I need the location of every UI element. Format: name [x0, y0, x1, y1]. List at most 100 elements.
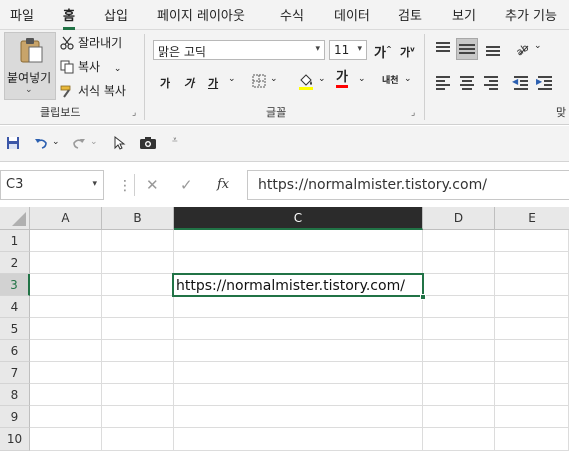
- gridline: [30, 317, 569, 318]
- tab-formulas[interactable]: 수식: [280, 5, 304, 24]
- border-icon[interactable]: [252, 74, 266, 88]
- chevron-down-icon[interactable]: ⌄: [114, 64, 122, 74]
- formula-bar: C3 ▾ ⋮ ✕ ✓ fx https://normalmister.tisto…: [0, 166, 569, 204]
- font-color-button[interactable]: 가: [336, 71, 348, 88]
- tab-file[interactable]: 파일: [10, 5, 34, 24]
- chevron-down-icon[interactable]: ⌄: [270, 74, 278, 84]
- row-header-2[interactable]: 2: [0, 252, 30, 274]
- ribbon-tab-bar: 파일 홈 삽입 페이지 레이아웃 수식 데이터 검토 보기 추가 기능: [0, 0, 569, 30]
- align-middle-button[interactable]: [456, 38, 478, 60]
- column-header-e[interactable]: E: [495, 207, 569, 230]
- chevron-down-icon[interactable]: ⌄: [52, 137, 60, 147]
- format-painter-button[interactable]: 서식 복사: [60, 82, 126, 99]
- cut-button[interactable]: 잘라내기: [60, 34, 122, 51]
- chevron-down-icon[interactable]: ⌄: [404, 74, 412, 84]
- fill-handle[interactable]: [420, 294, 426, 300]
- alignment-group-label: 맞: [556, 106, 567, 119]
- row-header-4[interactable]: 4: [0, 296, 30, 318]
- shrink-font-button[interactable]: 가v: [400, 44, 415, 60]
- name-box[interactable]: C3 ▾: [0, 170, 104, 200]
- chevron-down-icon[interactable]: ⌄: [25, 85, 33, 95]
- dialog-launcher-icon[interactable]: ⌟: [132, 108, 136, 118]
- row-header-8[interactable]: 8: [0, 384, 30, 406]
- font-group-label: 글꼴: [266, 106, 287, 119]
- row-header-9[interactable]: 9: [0, 406, 30, 428]
- row-header-3[interactable]: 3: [0, 274, 30, 296]
- gridline: [30, 361, 569, 362]
- column-header-b[interactable]: B: [102, 207, 174, 230]
- camera-icon[interactable]: [139, 136, 157, 150]
- tab-insert[interactable]: 삽입: [104, 5, 128, 24]
- tab-home[interactable]: 홈: [63, 5, 75, 30]
- group-divider: [424, 34, 425, 120]
- gridline: [494, 230, 495, 451]
- gridline: [30, 251, 569, 252]
- increase-indent-button[interactable]: ▶: [536, 74, 554, 90]
- bold-button[interactable]: 가: [160, 75, 170, 91]
- column-header-d[interactable]: D: [423, 207, 495, 230]
- chevron-down-icon: ▾: [357, 44, 362, 54]
- column-header-c[interactable]: C: [174, 207, 423, 230]
- chevron-down-icon: ▾: [92, 179, 97, 189]
- gridline: [30, 427, 569, 428]
- formula-input[interactable]: https://normalmister.tistory.com/: [247, 170, 569, 200]
- tab-page-layout[interactable]: 페이지 레이아웃: [157, 5, 245, 24]
- customize-toolbar-icon[interactable]: ⩡: [172, 135, 178, 146]
- fill-color-icon[interactable]: [298, 72, 314, 90]
- align-bottom-button[interactable]: [484, 40, 502, 56]
- gridline: [101, 230, 102, 451]
- chevron-down-icon[interactable]: ⌄: [90, 137, 98, 147]
- redo-icon[interactable]: [72, 136, 86, 150]
- gridline: [30, 383, 569, 384]
- row-header-6[interactable]: 6: [0, 340, 30, 362]
- column-header-a[interactable]: A: [30, 207, 102, 230]
- font-name-dropdown[interactable]: 맑은 고딕 ▾: [153, 40, 325, 60]
- worksheet-grid: A B C D E 1 2 3 4 5 6 7 8 9 10 https://n…: [0, 207, 569, 451]
- tab-data[interactable]: 데이터: [334, 5, 370, 24]
- tab-review[interactable]: 검토: [398, 5, 422, 24]
- grow-font-label: 가: [374, 46, 386, 61]
- italic-button[interactable]: 가: [184, 75, 194, 91]
- font-name-value: 맑은 고딕: [158, 45, 206, 59]
- quick-access-toolbar: ⌄ ⌄ ⩡: [0, 126, 569, 162]
- font-size-dropdown[interactable]: 11 ▾: [329, 40, 367, 60]
- row-header-1[interactable]: 1: [0, 230, 30, 252]
- select-all-button[interactable]: [0, 207, 30, 230]
- paste-label: 붙여넣기: [7, 71, 52, 85]
- arrow-left-icon: ◀: [512, 77, 519, 86]
- paste-icon: [20, 38, 43, 63]
- chevron-down-icon[interactable]: ⌄: [358, 74, 366, 84]
- undo-icon[interactable]: [34, 136, 48, 150]
- row-header-10[interactable]: 10: [0, 428, 30, 451]
- confirm-entry-icon[interactable]: ✓: [180, 176, 193, 194]
- align-center-button[interactable]: [458, 74, 476, 90]
- chevron-down-icon[interactable]: ⌄: [228, 74, 236, 84]
- phonetic-guide-button[interactable]: 내천: [382, 73, 399, 86]
- format-painter-icon: [60, 85, 71, 98]
- align-left-button[interactable]: [434, 74, 452, 90]
- dialog-launcher-icon[interactable]: ⌟: [411, 108, 415, 118]
- copy-button[interactable]: 복사 ⌄: [60, 58, 121, 75]
- row-header-7[interactable]: 7: [0, 362, 30, 384]
- active-cell-c3[interactable]: https://normalmister.tistory.com/: [172, 273, 424, 297]
- cancel-entry-icon[interactable]: ✕: [146, 176, 159, 194]
- chevron-down-icon: ▾: [315, 44, 320, 54]
- orientation-icon[interactable]: ab: [514, 40, 530, 56]
- chevron-down-icon[interactable]: ⌄: [534, 41, 542, 51]
- tab-add-ins[interactable]: 추가 기능: [505, 5, 557, 24]
- font-color-label: 가: [336, 70, 348, 85]
- paste-button[interactable]: 붙여넣기 ⌄: [4, 32, 56, 100]
- underline-button[interactable]: 가: [208, 75, 218, 91]
- row-header-5[interactable]: 5: [0, 318, 30, 340]
- gridline: [422, 230, 423, 451]
- save-icon[interactable]: [6, 136, 20, 150]
- tab-view[interactable]: 보기: [452, 5, 476, 24]
- pointer-icon[interactable]: [114, 136, 126, 150]
- align-top-button[interactable]: [434, 40, 452, 56]
- grow-font-button[interactable]: 가^: [374, 42, 392, 61]
- align-right-button[interactable]: [482, 74, 500, 90]
- more-options-icon[interactable]: ⋮: [118, 178, 132, 194]
- chevron-down-icon[interactable]: ⌄: [318, 74, 326, 84]
- insert-function-icon[interactable]: fx: [217, 177, 229, 192]
- decrease-indent-button[interactable]: ◀: [512, 74, 530, 90]
